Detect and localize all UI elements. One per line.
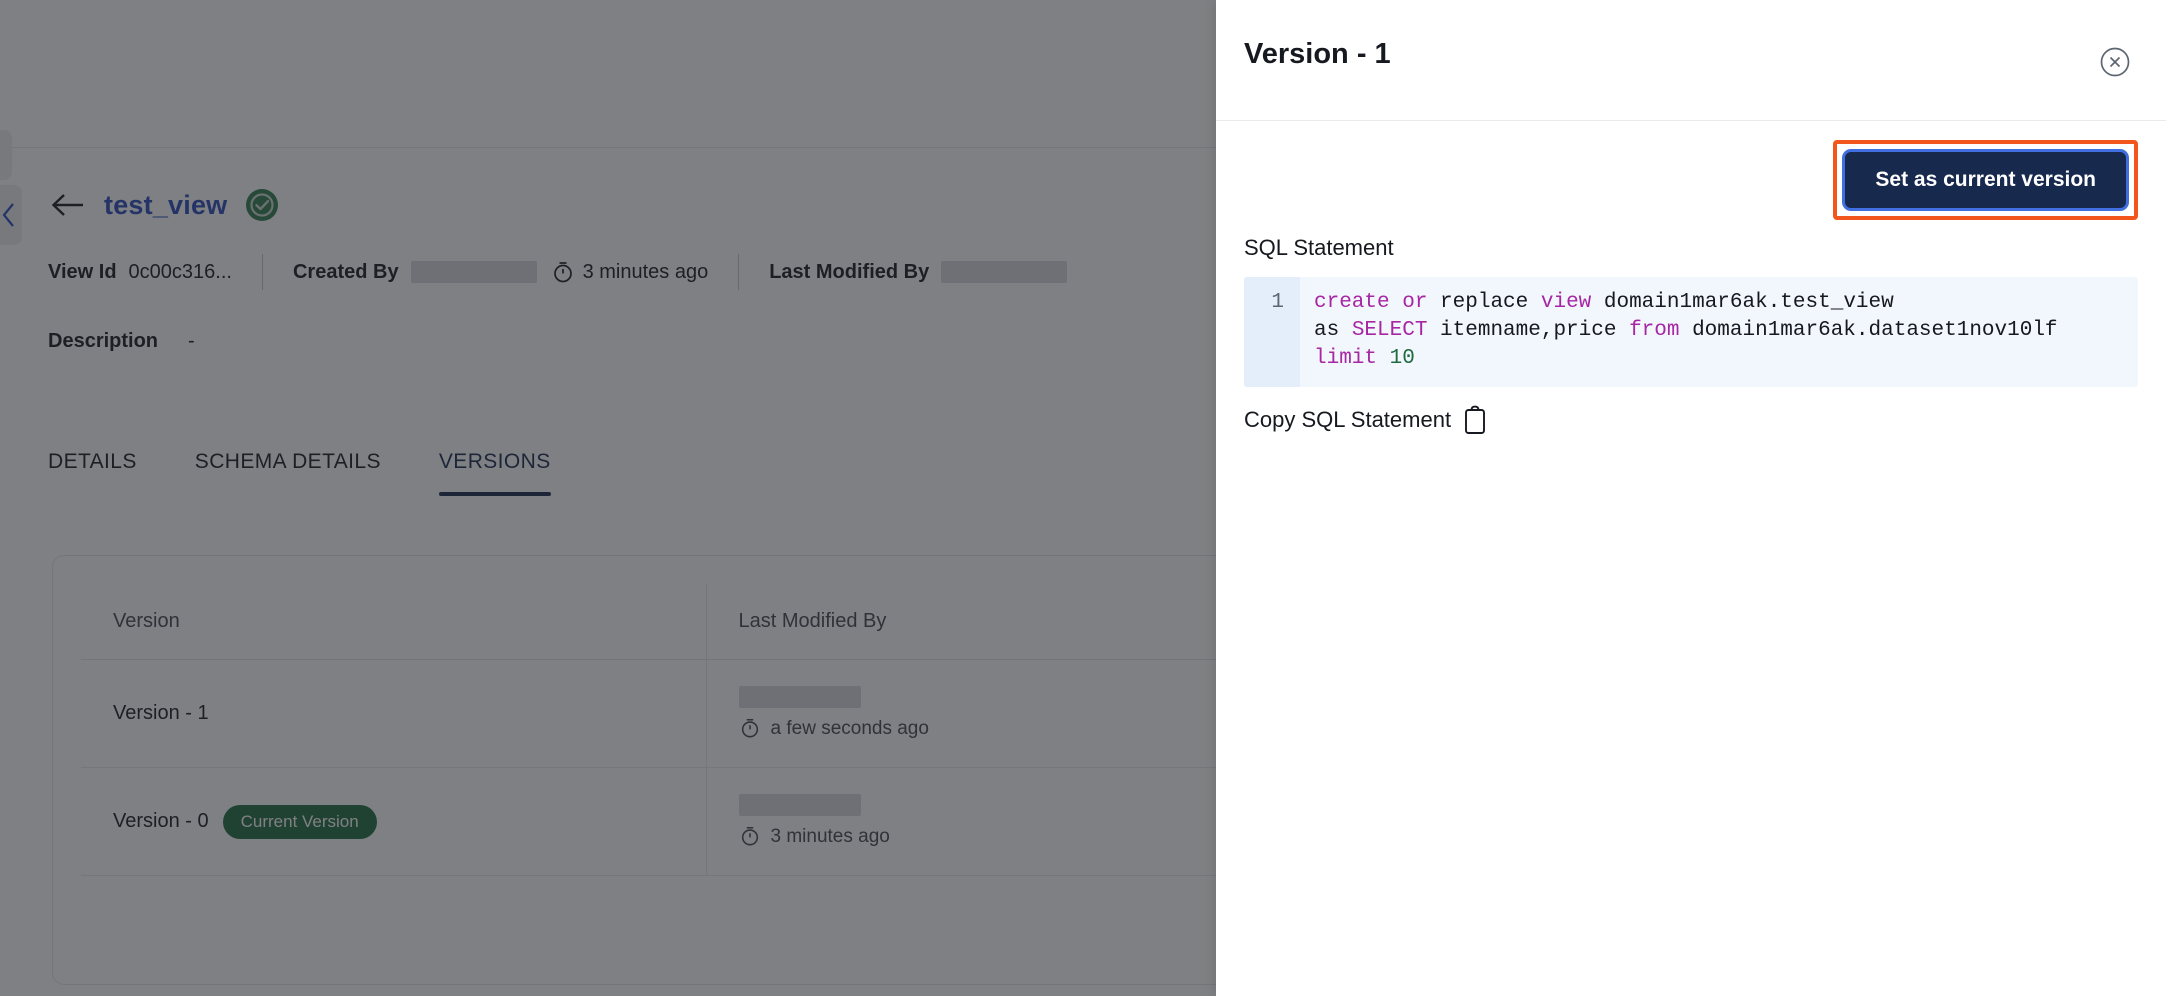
close-circle-icon[interactable] [2098, 45, 2132, 79]
sql-statement-label: SQL Statement [1244, 235, 1394, 260]
panel-title: Version - 1 [1244, 38, 1391, 70]
version-detail-panel: Version - 1 Set as current version SQL S… [1216, 0, 2166, 996]
app-backdrop: test_view View Id 0c00c316... Created By [0, 0, 2166, 996]
copy-sql-statement-button[interactable]: Copy SQL Statement [1244, 405, 1487, 435]
clipboard-icon [1463, 405, 1487, 435]
view-detail-page: test_view View Id 0c00c316... Created By [0, 0, 1216, 996]
sql-code-block: 1 create or replace view domain1mar6ak.t… [1244, 277, 2138, 387]
code-line-number: 1 [1244, 277, 1300, 387]
focus-highlight-box: Set as current version [1833, 140, 2138, 220]
sql-code-text[interactable]: create or replace view domain1mar6ak.tes… [1300, 277, 2138, 387]
copy-sql-label: Copy SQL Statement [1244, 406, 1452, 432]
panel-header: Version - 1 [1216, 0, 2166, 121]
modal-dim-overlay[interactable] [0, 0, 1216, 996]
panel-action-row: Set as current version [1244, 121, 2138, 233]
set-as-current-version-button[interactable]: Set as current version [1842, 149, 2129, 211]
panel-body: Set as current version SQL Statement 1 c… [1216, 121, 2166, 435]
